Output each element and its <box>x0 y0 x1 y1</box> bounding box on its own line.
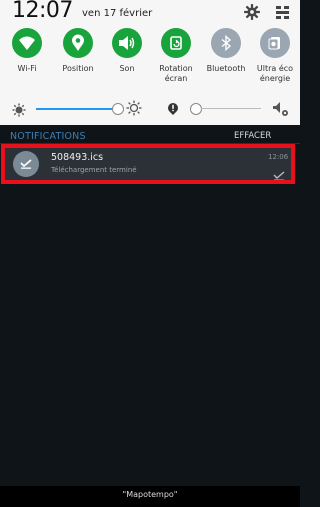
brightness-low-icon <box>12 102 26 117</box>
brightness-high-icon <box>126 100 142 116</box>
toggle-label: Son <box>101 64 153 74</box>
brightness-slider-track[interactable] <box>36 108 116 110</box>
toggle-label: Wi-Fi <box>1 64 53 74</box>
wifi-icon <box>12 28 42 58</box>
volume-slider-thumb[interactable] <box>190 103 202 115</box>
highlight-box <box>1 144 295 184</box>
toggle-label-line1: Son <box>119 64 135 73</box>
volume-slider-track[interactable] <box>201 108 261 109</box>
sound-icon <box>112 28 142 58</box>
toggle-label: Ultra éco énergie <box>249 64 301 84</box>
toggle-label-line1: Rotation <box>159 64 193 73</box>
toggle-label-line1: Ultra éco <box>256 64 294 73</box>
toggle-label-line1: Wi-Fi <box>17 64 37 73</box>
toggle-ultra-power-saving[interactable]: Ultra éco énergie <box>249 26 301 84</box>
brightness-slider-thumb[interactable] <box>112 103 124 115</box>
toggle-wifi[interactable]: Wi-Fi <box>1 26 53 84</box>
toggle-label: Rotation écran <box>150 64 202 84</box>
brightness-row <box>0 95 300 123</box>
toggle-label-line1: Bluetooth <box>206 64 246 73</box>
settings-gear-icon[interactable] <box>243 3 261 21</box>
power-saving-icon <box>260 28 290 58</box>
carrier-label: "Mapotempo" <box>122 490 178 499</box>
edit-toggles-icon[interactable] <box>275 4 291 20</box>
quick-settings-panel: 12:07 ven 17 février Wi-Fi Position Son … <box>0 0 300 125</box>
clock: 12:07 <box>12 0 73 23</box>
toggle-label-line2: écran <box>164 74 188 83</box>
notifications-title: NOTIFICATIONS <box>10 131 86 142</box>
toggle-label-line1: Position <box>62 64 94 73</box>
toggle-label: Position <box>52 64 104 74</box>
rotation-icon <box>161 28 191 58</box>
status-bar: 12:07 ven 17 février <box>0 0 300 23</box>
toggle-sound[interactable]: Son <box>101 26 153 84</box>
toggle-position[interactable]: Position <box>52 26 104 84</box>
bluetooth-icon <box>211 28 241 58</box>
volume-settings-icon[interactable] <box>272 100 290 118</box>
toggle-rotation[interactable]: Rotation écran <box>150 26 202 84</box>
quick-toggle-row: Wi-Fi Position Son Rotation écran Blueto… <box>0 26 300 84</box>
notifications-header: NOTIFICATIONS EFFACER <box>0 130 300 144</box>
location-icon <box>63 28 93 58</box>
carrier-bar: "Mapotempo" <box>0 486 300 507</box>
toggle-label: Bluetooth <box>200 64 252 74</box>
toggle-label-line2: énergie <box>259 74 291 83</box>
date: ven 17 février <box>82 8 153 19</box>
toggle-bluetooth[interactable]: Bluetooth <box>200 26 252 84</box>
auto-brightness-icon[interactable] <box>166 101 180 115</box>
clear-notifications-button[interactable]: EFFACER <box>234 131 271 141</box>
